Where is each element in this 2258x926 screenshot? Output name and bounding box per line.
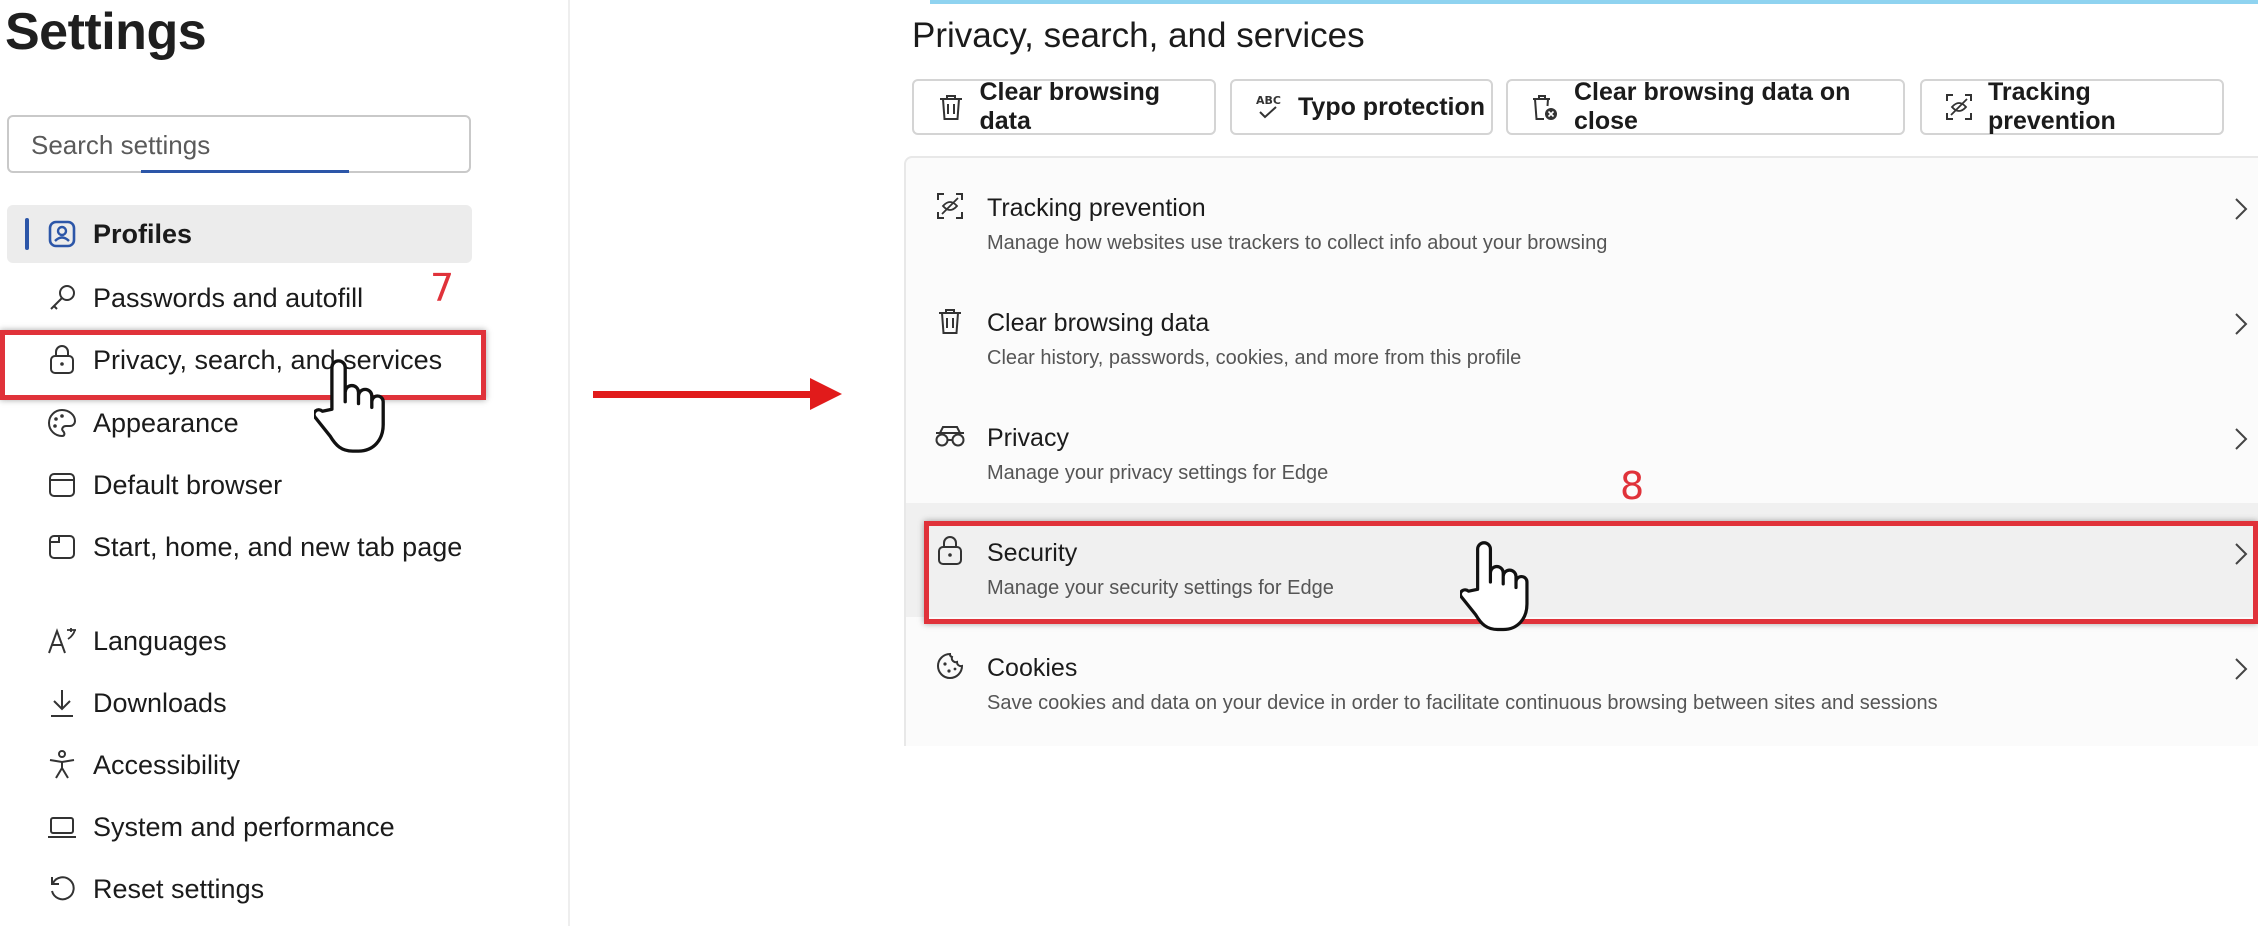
pane-divider (568, 0, 570, 926)
reset-icon (45, 872, 79, 906)
key-icon (45, 281, 79, 315)
svg-text:ABC: ABC (1256, 94, 1281, 107)
step-number-7: 7 (430, 266, 455, 310)
sidebar-item-label: Downloads (93, 687, 227, 718)
red-arrow-line (593, 391, 818, 398)
tracking-prevention-button[interactable]: Tracking prevention (1920, 78, 2224, 135)
button-label: Clear browsing data (979, 78, 1161, 135)
row-title: Clear browsing data (987, 309, 1210, 337)
laptop-icon (45, 810, 79, 844)
row-description: Save cookies and data on your device in … (987, 692, 1938, 714)
row-description: Manage how websites use trackers to coll… (987, 232, 1608, 254)
download-icon (45, 686, 79, 720)
row-cookies[interactable]: Cookies Save cookies and data on your de… (906, 618, 2258, 732)
hand-cursor-icon (312, 358, 388, 467)
tracking-icon (1944, 92, 1974, 122)
trash-icon (934, 305, 966, 337)
highlight-box-step-8 (924, 521, 2258, 624)
sidebar-item-label: Start, home, and new tab page (93, 531, 463, 562)
search-settings-box[interactable] (7, 115, 471, 173)
sidebar-item-label: Default browser (93, 469, 283, 500)
trash-clock-icon (1530, 92, 1560, 122)
step-number-8: 8 (1620, 464, 1645, 508)
sidebar-item-label: Reset settings (93, 873, 265, 904)
button-label: Clear browsing data on close (1574, 78, 1851, 135)
search-input[interactable] (29, 125, 453, 165)
sidebar-item-appearance[interactable]: Appearance (7, 394, 472, 452)
page-title: Privacy, search, and services (912, 16, 1365, 55)
row-description: Manage your privacy settings for Edge (987, 462, 1329, 484)
row-title: Privacy (987, 424, 1069, 452)
sidebar-item-system[interactable]: System and performance (7, 798, 472, 856)
row-privacy[interactable]: Privacy Manage your privacy settings for… (906, 388, 2258, 502)
profile-icon (45, 217, 79, 251)
tracking-icon (934, 190, 966, 222)
row-clear-browsing-data[interactable]: Clear browsing data Clear history, passw… (906, 273, 2258, 387)
sidebar-item-label: Languages (93, 625, 227, 656)
chevron-right-icon (2235, 658, 2248, 680)
chevron-right-icon (2235, 428, 2248, 450)
button-label: Tracking prevention (1988, 78, 2116, 135)
sidebar-item-label: System and performance (93, 811, 395, 842)
row-title: Cookies (987, 654, 1078, 682)
clear-browsing-data-button[interactable]: Clear browsing data (912, 78, 1216, 135)
sidebar-item-label: Appearance (93, 407, 239, 438)
spellcheck-icon: ABC (1254, 92, 1284, 122)
home-tab-icon (45, 530, 79, 564)
sidebar-item-profiles[interactable]: Profiles (7, 205, 472, 263)
sidebar-item-label: Accessibility (93, 749, 241, 780)
top-accent-bar (930, 0, 2258, 4)
browser-icon (45, 468, 79, 502)
sidebar-item-passwords[interactable]: Passwords and autofill (7, 269, 472, 327)
sidebar-item-default-browser[interactable]: Default browser (7, 456, 472, 514)
active-indicator (25, 218, 29, 250)
sidebar-item-label: Profiles (93, 218, 193, 249)
sidebar-item-downloads[interactable]: Downloads (7, 674, 472, 732)
palette-icon (45, 406, 79, 440)
clear-on-close-button[interactable]: Clear browsing data on close (1506, 78, 1905, 135)
row-tracking-prevention[interactable]: Tracking prevention Manage how websites … (906, 158, 2258, 272)
hand-cursor-icon (1458, 540, 1532, 645)
chevron-right-icon (2235, 198, 2248, 220)
sidebar-item-accessibility[interactable]: Accessibility (7, 736, 472, 794)
highlight-box-step-7 (0, 330, 486, 400)
cookie-icon (934, 650, 966, 682)
settings-title: Settings (5, 3, 207, 61)
chevron-right-icon (2235, 313, 2248, 335)
accessibility-icon (45, 748, 79, 782)
glasses-icon (934, 420, 966, 452)
button-label: Typo protection (1298, 92, 1486, 121)
sidebar-item-languages[interactable]: Languages (7, 612, 472, 670)
sidebar-item-label: Passwords and autofill (93, 282, 364, 313)
languages-icon (45, 624, 79, 658)
sidebar-item-start-home[interactable]: Start, home, and new tab page (7, 518, 472, 576)
search-focus-underline (141, 170, 349, 173)
sidebar-item-reset[interactable]: Reset settings (7, 860, 472, 918)
row-title: Tracking prevention (987, 194, 1206, 222)
row-description: Clear history, passwords, cookies, and m… (987, 347, 1522, 369)
red-arrow-head (810, 378, 842, 410)
trash-icon (936, 92, 965, 122)
settings-sidebar: Settings Profiles Passwords and autofill… (0, 0, 568, 926)
typo-protection-button[interactable]: ABC Typo protection (1230, 79, 1493, 135)
